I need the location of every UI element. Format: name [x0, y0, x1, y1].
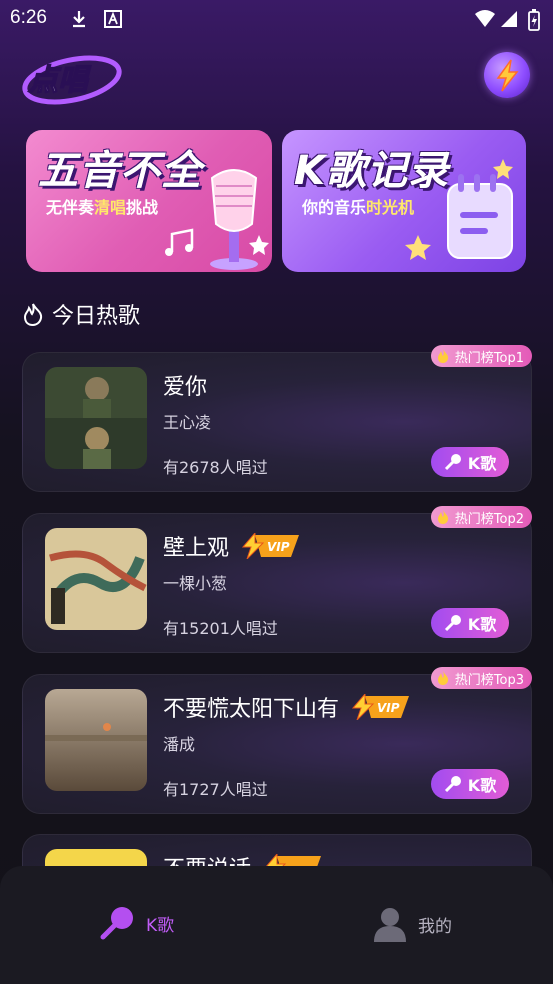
- tab-k-song[interactable]: K歌: [100, 906, 174, 940]
- microphone-illustration: [210, 169, 258, 270]
- microphone-icon: [444, 454, 461, 471]
- song-artist: 王心凌: [163, 413, 212, 432]
- song-title: 爱你: [163, 375, 208, 400]
- banner-k-record[interactable]: K歌记录 你的音乐时光机: [282, 130, 526, 272]
- lightning-avatar-icon: [496, 59, 519, 92]
- tab-mine[interactable]: 我的: [372, 906, 452, 942]
- bottom-tab-bar: K歌 我的: [0, 866, 553, 984]
- app-logo: 点唱: [22, 55, 122, 105]
- status-bar: 6:26: [0, 0, 553, 38]
- song-artist: 一棵小葱: [163, 574, 228, 593]
- flame-icon: [23, 303, 43, 326]
- microphone-icon: [444, 776, 461, 793]
- wifi-icon: [475, 10, 495, 27]
- banner-subtitle: 你的音乐时光机: [302, 198, 415, 217]
- song-card[interactable]: 热门榜Top3 不要慌太阳下山有 VIP 潘成 有1727人唱过 K歌: [22, 667, 532, 814]
- banner-title: 五音不全: [38, 148, 202, 194]
- microphone-icon: [444, 615, 461, 632]
- battery-icon: [528, 9, 540, 31]
- song-artist: 潘成: [163, 735, 196, 754]
- rank-badge: 热门榜Top1: [430, 345, 532, 367]
- banner-title: K歌记录: [294, 148, 449, 194]
- signal-icon: [501, 11, 517, 27]
- song-cover: [45, 689, 147, 791]
- song-title: 壁上观 VIP: [163, 530, 303, 562]
- k-song-button[interactable]: K歌: [431, 769, 509, 799]
- flame-icon: [437, 349, 448, 363]
- download-icon: [73, 11, 85, 28]
- star-icon: [249, 235, 269, 255]
- star-icon: [405, 235, 431, 260]
- music-note-icon: [165, 228, 194, 256]
- sing-count: 有2678人唱过: [163, 458, 268, 477]
- k-song-button[interactable]: K歌: [431, 608, 509, 638]
- section-hot-songs: 今日热歌: [22, 298, 140, 330]
- sing-count: 有1727人唱过: [163, 780, 268, 799]
- star-icon: [493, 159, 513, 179]
- banner-a-cappella[interactable]: 五音不全 无伴奏清唱挑战: [26, 130, 272, 272]
- banner-subtitle: 无伴奏清唱挑战: [46, 198, 159, 217]
- a-notification-icon: [104, 10, 122, 28]
- flame-icon: [437, 510, 448, 524]
- song-cover: [45, 528, 147, 630]
- user-icon: [374, 908, 406, 942]
- rank-badge: 热门榜Top3: [430, 667, 532, 689]
- flame-icon: [437, 671, 448, 685]
- notebook-illustration: [447, 174, 513, 259]
- microphone-tab-icon: [100, 907, 133, 940]
- avatar-button[interactable]: [484, 52, 530, 98]
- sing-count: 有15201人唱过: [163, 619, 278, 638]
- svg-text:VIP: VIP: [377, 701, 400, 715]
- k-song-button[interactable]: K歌: [431, 447, 509, 477]
- song-cover: [45, 367, 147, 469]
- vip-badge: VIP: [351, 694, 410, 720]
- status-time: 6:26: [10, 7, 47, 28]
- section-title: 今日热歌: [52, 304, 141, 329]
- song-title: 不要慌太阳下山有 VIP: [163, 691, 413, 723]
- song-card[interactable]: 热门榜Top2 壁上观 VIP 一棵小葱 有15201人唱过 K歌: [22, 506, 532, 653]
- song-card[interactable]: 热门榜Top1 爱你 王心凌 有2678人唱过 K歌: [22, 345, 532, 492]
- vip-badge: VIP: [241, 533, 300, 559]
- rank-badge: 热门榜Top2: [430, 506, 532, 528]
- svg-text:VIP: VIP: [267, 540, 290, 554]
- logo-text: 点唱: [27, 63, 92, 98]
